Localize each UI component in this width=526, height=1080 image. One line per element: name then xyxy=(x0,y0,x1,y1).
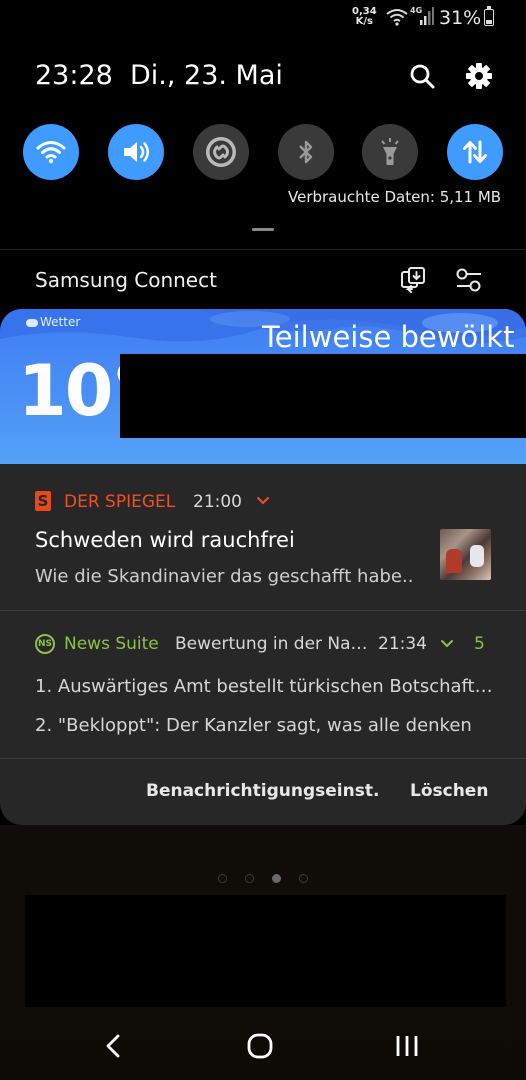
search-button[interactable] xyxy=(408,62,436,90)
back-button[interactable] xyxy=(100,1032,128,1060)
data-arrows-icon xyxy=(463,140,487,164)
page-dot xyxy=(299,874,308,883)
redacted-block xyxy=(120,354,526,438)
time-date: 23:28 Di., 23. Mai xyxy=(35,60,283,91)
samsung-connect-title[interactable]: Samsung Connect xyxy=(35,268,217,292)
spiegel-time: 21:00 xyxy=(193,492,242,512)
back-icon xyxy=(106,1034,120,1058)
clear-notifications-button[interactable]: Löschen xyxy=(410,781,488,801)
home-button[interactable] xyxy=(246,1032,274,1060)
recents-icon xyxy=(396,1036,418,1056)
spiegel-app-name: DER SPIEGEL xyxy=(64,492,176,512)
panel-drag-handle[interactable] xyxy=(252,228,274,231)
wifi-toggle[interactable] xyxy=(23,124,79,180)
spiegel-headline: Schweden wird rauchfrei xyxy=(35,528,295,552)
news-suite-item: 1. Auswärtiges Amt bestellt türkischen B… xyxy=(35,676,493,697)
news-suite-time: 21:34 xyxy=(378,634,427,654)
battery-percent: 31% xyxy=(439,7,482,29)
shazam-toggle[interactable] xyxy=(193,124,249,180)
redacted-block xyxy=(25,895,506,1007)
news-suite-item: 2. "Bekloppt": Der Kanzler sagt, was all… xyxy=(35,715,472,736)
shazam-icon xyxy=(206,137,236,167)
weather-condition: Teilweise bewölkt xyxy=(262,320,515,354)
bluetooth-toggle[interactable] xyxy=(278,124,334,180)
data-usage-label: Verbrauchte Daten: 5,11 MB xyxy=(288,188,502,206)
mobile-data-toggle[interactable] xyxy=(447,124,503,180)
connect-filter-button[interactable] xyxy=(454,266,484,294)
divider xyxy=(0,249,526,250)
net-speed-unit: K/s xyxy=(355,16,374,27)
home-icon xyxy=(247,1033,273,1059)
page-dot xyxy=(245,874,254,883)
date: Di., 23. Mai xyxy=(129,60,283,91)
spiegel-thumbnail-image xyxy=(440,529,491,580)
battery-icon xyxy=(484,6,494,26)
search-icon xyxy=(410,64,435,89)
clock: 23:28 xyxy=(35,60,113,91)
settings-button[interactable] xyxy=(465,62,493,90)
page-dot xyxy=(272,874,281,883)
spiegel-body: Wie die Skandinavier das geschafft habe.… xyxy=(35,566,414,587)
share-box-icon xyxy=(401,267,425,293)
flashlight-icon xyxy=(381,138,399,165)
news-suite-count-badge: 5 xyxy=(474,634,485,654)
wifi-status-icon xyxy=(386,9,408,26)
cloud-icon xyxy=(26,318,38,327)
news-suite-app-icon: NS xyxy=(35,634,55,654)
wifi-icon xyxy=(36,141,66,164)
chevron-down-icon[interactable] xyxy=(440,638,454,650)
recents-button[interactable] xyxy=(393,1032,421,1060)
net-speed-indicator: 0,34 K/s xyxy=(352,7,377,27)
gear-icon xyxy=(466,63,492,89)
bluetooth-icon xyxy=(299,140,313,164)
speaker-icon xyxy=(124,142,149,162)
divider xyxy=(0,758,526,759)
sound-toggle[interactable] xyxy=(108,124,164,180)
sliders-icon xyxy=(456,268,481,292)
chevron-down-icon[interactable] xyxy=(256,495,270,507)
page-dot xyxy=(218,874,227,883)
flashlight-toggle[interactable] xyxy=(362,124,418,180)
spiegel-app-icon: S xyxy=(35,491,51,511)
notification-settings-button[interactable]: Benachrichtigungseinst. xyxy=(146,781,379,801)
news-suite-subtitle: Bewertung in der Na… xyxy=(175,634,368,654)
weather-app-label: Wetter xyxy=(26,315,80,329)
connect-device-button[interactable] xyxy=(399,266,427,294)
signal-icon: 4G xyxy=(410,6,434,26)
news-suite-app-name: News Suite xyxy=(64,634,159,654)
